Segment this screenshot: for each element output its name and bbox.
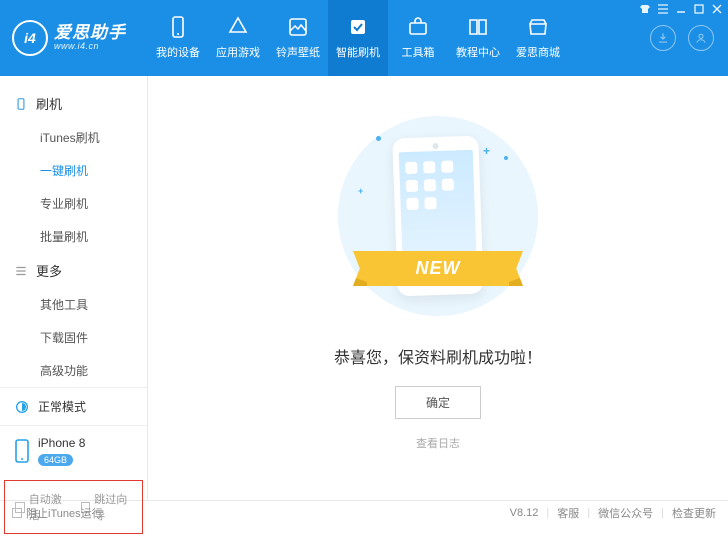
success-illustration: + + + NEW: [338, 116, 538, 316]
wallpaper-icon: [286, 16, 310, 38]
tab-my-device[interactable]: 我的设备: [148, 0, 208, 76]
toolbox-icon: [406, 16, 430, 38]
sidebar: 刷机 iTunes刷机 一键刷机 专业刷机 批量刷机 更多 其他工具 下载固件 …: [0, 76, 148, 500]
tab-label: 应用游戏: [216, 44, 260, 60]
device-capacity-badge: 64GB: [38, 454, 73, 466]
minimize-button[interactable]: [676, 4, 686, 17]
store-icon: [526, 16, 550, 38]
checkbox-block-itunes[interactable]: 阻止iTunes运行: [12, 505, 103, 521]
sidebar-item-itunes-flash[interactable]: iTunes刷机: [0, 121, 147, 154]
maximize-button[interactable]: [694, 4, 704, 17]
support-link[interactable]: 客服: [557, 505, 579, 521]
download-button[interactable]: [650, 25, 676, 51]
phone-icon: [14, 97, 28, 111]
group-title: 更多: [36, 261, 62, 280]
tab-label: 爱思商城: [516, 44, 560, 60]
sidebar-group-flash[interactable]: 刷机: [0, 86, 147, 121]
tab-label: 智能刷机: [336, 44, 380, 60]
tab-label: 铃声壁纸: [276, 44, 320, 60]
group-title: 刷机: [36, 94, 62, 113]
tab-label: 我的设备: [156, 44, 200, 60]
mode-label: 正常模式: [38, 398, 86, 415]
device-name: iPhone 8: [38, 436, 85, 450]
connected-device[interactable]: iPhone 8 64GB: [0, 426, 147, 476]
ok-button[interactable]: 确定: [395, 386, 481, 419]
mode-icon: [14, 399, 30, 415]
sidebar-item-pro-flash[interactable]: 专业刷机: [0, 187, 147, 220]
device-icon: [166, 16, 190, 38]
window-controls: [640, 4, 722, 17]
update-link[interactable]: 检查更新: [672, 505, 716, 521]
title-bar: i4 爱思助手 www.i4.cn 我的设备 应用游戏 铃声壁纸 智能刷机 工具…: [0, 0, 728, 76]
tab-ringtones[interactable]: 铃声壁纸: [268, 0, 328, 76]
device-mode-row[interactable]: 正常模式: [0, 388, 147, 426]
tab-tutorials[interactable]: 教程中心: [448, 0, 508, 76]
menu-icon[interactable]: [658, 4, 668, 17]
tab-store[interactable]: 爱思商城: [508, 0, 568, 76]
skin-icon[interactable]: [640, 4, 650, 17]
logo-icon: i4: [12, 20, 48, 56]
flash-icon: [346, 16, 370, 38]
success-message: 恭喜您，保资料刷机成功啦！: [334, 344, 542, 368]
app-title: 爱思助手: [54, 24, 126, 43]
sidebar-item-download-fw[interactable]: 下载固件: [0, 321, 147, 354]
user-button[interactable]: [688, 25, 714, 51]
tab-toolbox[interactable]: 工具箱: [388, 0, 448, 76]
sidebar-item-other-tools[interactable]: 其他工具: [0, 288, 147, 321]
tab-apps[interactable]: 应用游戏: [208, 0, 268, 76]
checkbox-label: 阻止iTunes运行: [26, 505, 103, 521]
iphone-icon: [14, 439, 30, 463]
sidebar-group-more[interactable]: 更多: [0, 253, 147, 288]
version-label: V8.12: [510, 507, 539, 519]
view-log-link[interactable]: 查看日志: [416, 435, 460, 451]
checkbox-icon: [12, 508, 22, 518]
app-subtitle: www.i4.cn: [54, 42, 126, 52]
app-logo: i4 爱思助手 www.i4.cn: [0, 0, 148, 76]
list-icon: [14, 264, 28, 278]
close-button[interactable]: [712, 4, 722, 17]
main-content: + + + NEW 恭喜您，保资料刷机成功啦！ 确定 查看日志: [148, 76, 728, 500]
apps-icon: [226, 16, 250, 38]
sidebar-item-oneclick-flash[interactable]: 一键刷机: [0, 154, 147, 187]
top-tabs: 我的设备 应用游戏 铃声壁纸 智能刷机 工具箱 教程中心 爱思商城: [148, 0, 636, 76]
tab-flash[interactable]: 智能刷机: [328, 0, 388, 76]
sidebar-item-batch-flash[interactable]: 批量刷机: [0, 220, 147, 253]
book-icon: [466, 16, 490, 38]
tab-label: 教程中心: [456, 44, 500, 60]
sidebar-item-advanced[interactable]: 高级功能: [0, 354, 147, 387]
tab-label: 工具箱: [402, 44, 435, 60]
wechat-link[interactable]: 微信公众号: [598, 505, 653, 521]
new-ribbon: NEW: [353, 251, 523, 286]
